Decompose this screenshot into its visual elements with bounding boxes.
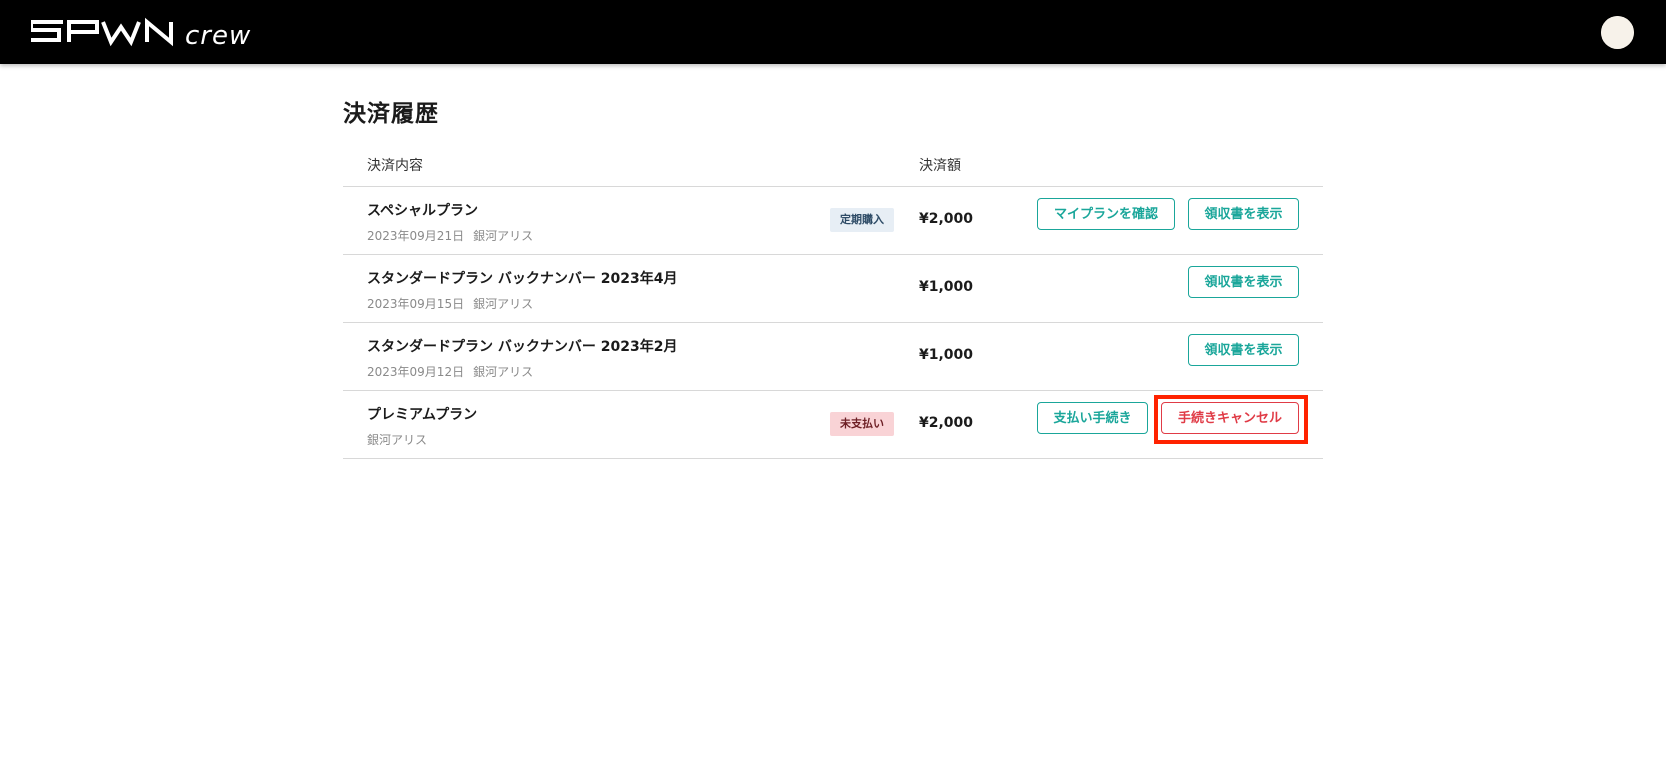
view-receipt-button[interactable]: 領収書を表示 <box>1188 266 1299 298</box>
page-title: 決済履歴 <box>343 101 439 127</box>
status-badge: 定期購入 <box>830 208 894 232</box>
column-header-amount: 決済額 <box>919 158 961 174</box>
payment-amount: ¥1,000 <box>919 279 974 295</box>
row-meta: 2023年09月15日 銀河アリス <box>367 295 533 312</box>
payment-amount: ¥1,000 <box>919 347 974 363</box>
plan-name: スペシャルプラン <box>367 203 479 219</box>
view-receipt-button[interactable]: 領収書を表示 <box>1188 334 1299 366</box>
payment-date: 2023年09月21日 <box>367 229 465 243</box>
table-row: スタンダードプラン バックナンバー 2023年2月 2023年09月12日 銀河ア… <box>343 323 1323 391</box>
plan-name: スタンダードプラン バックナンバー 2023年4月 <box>367 271 678 287</box>
spwn-crew-logo[interactable]: crew <box>31 17 311 47</box>
payment-procedure-button[interactable]: 支払い手続き <box>1037 402 1148 434</box>
user-avatar[interactable] <box>1601 16 1634 49</box>
svg-text:crew: crew <box>185 21 251 47</box>
app-header: crew <box>0 0 1666 64</box>
row-meta: 銀河アリス <box>367 431 427 448</box>
table-row: スペシャルプラン 2023年09月21日 銀河アリス 定期購入 ¥2,000 マイ… <box>343 187 1323 255</box>
payment-amount: ¥2,000 <box>919 415 974 431</box>
status-badge: 未支払い <box>830 412 894 436</box>
plan-name: スタンダードプラン バックナンバー 2023年2月 <box>367 339 678 355</box>
payment-date: 2023年09月15日 <box>367 297 465 311</box>
highlight-box <box>1154 395 1308 444</box>
creator-name: 銀河アリス <box>473 229 534 243</box>
view-receipt-button[interactable]: 領収書を表示 <box>1188 198 1299 230</box>
row-meta: 2023年09月12日 銀河アリス <box>367 363 533 380</box>
plan-name: プレミアムプラン <box>367 407 478 423</box>
creator-name: 銀河アリス <box>473 297 534 311</box>
payment-amount: ¥2,000 <box>919 211 974 227</box>
creator-name: 銀河アリス <box>367 433 428 447</box>
creator-name: 銀河アリス <box>473 365 534 379</box>
avatar-moon-icon <box>1601 16 1634 49</box>
payment-date: 2023年09月12日 <box>367 365 465 379</box>
table-row: スタンダードプラン バックナンバー 2023年4月 2023年09月15日 銀河ア… <box>343 255 1323 323</box>
row-meta: 2023年09月21日 銀河アリス <box>367 227 533 244</box>
view-my-plan-button[interactable]: マイプランを確認 <box>1037 198 1175 230</box>
column-header-content: 決済内容 <box>367 158 423 174</box>
